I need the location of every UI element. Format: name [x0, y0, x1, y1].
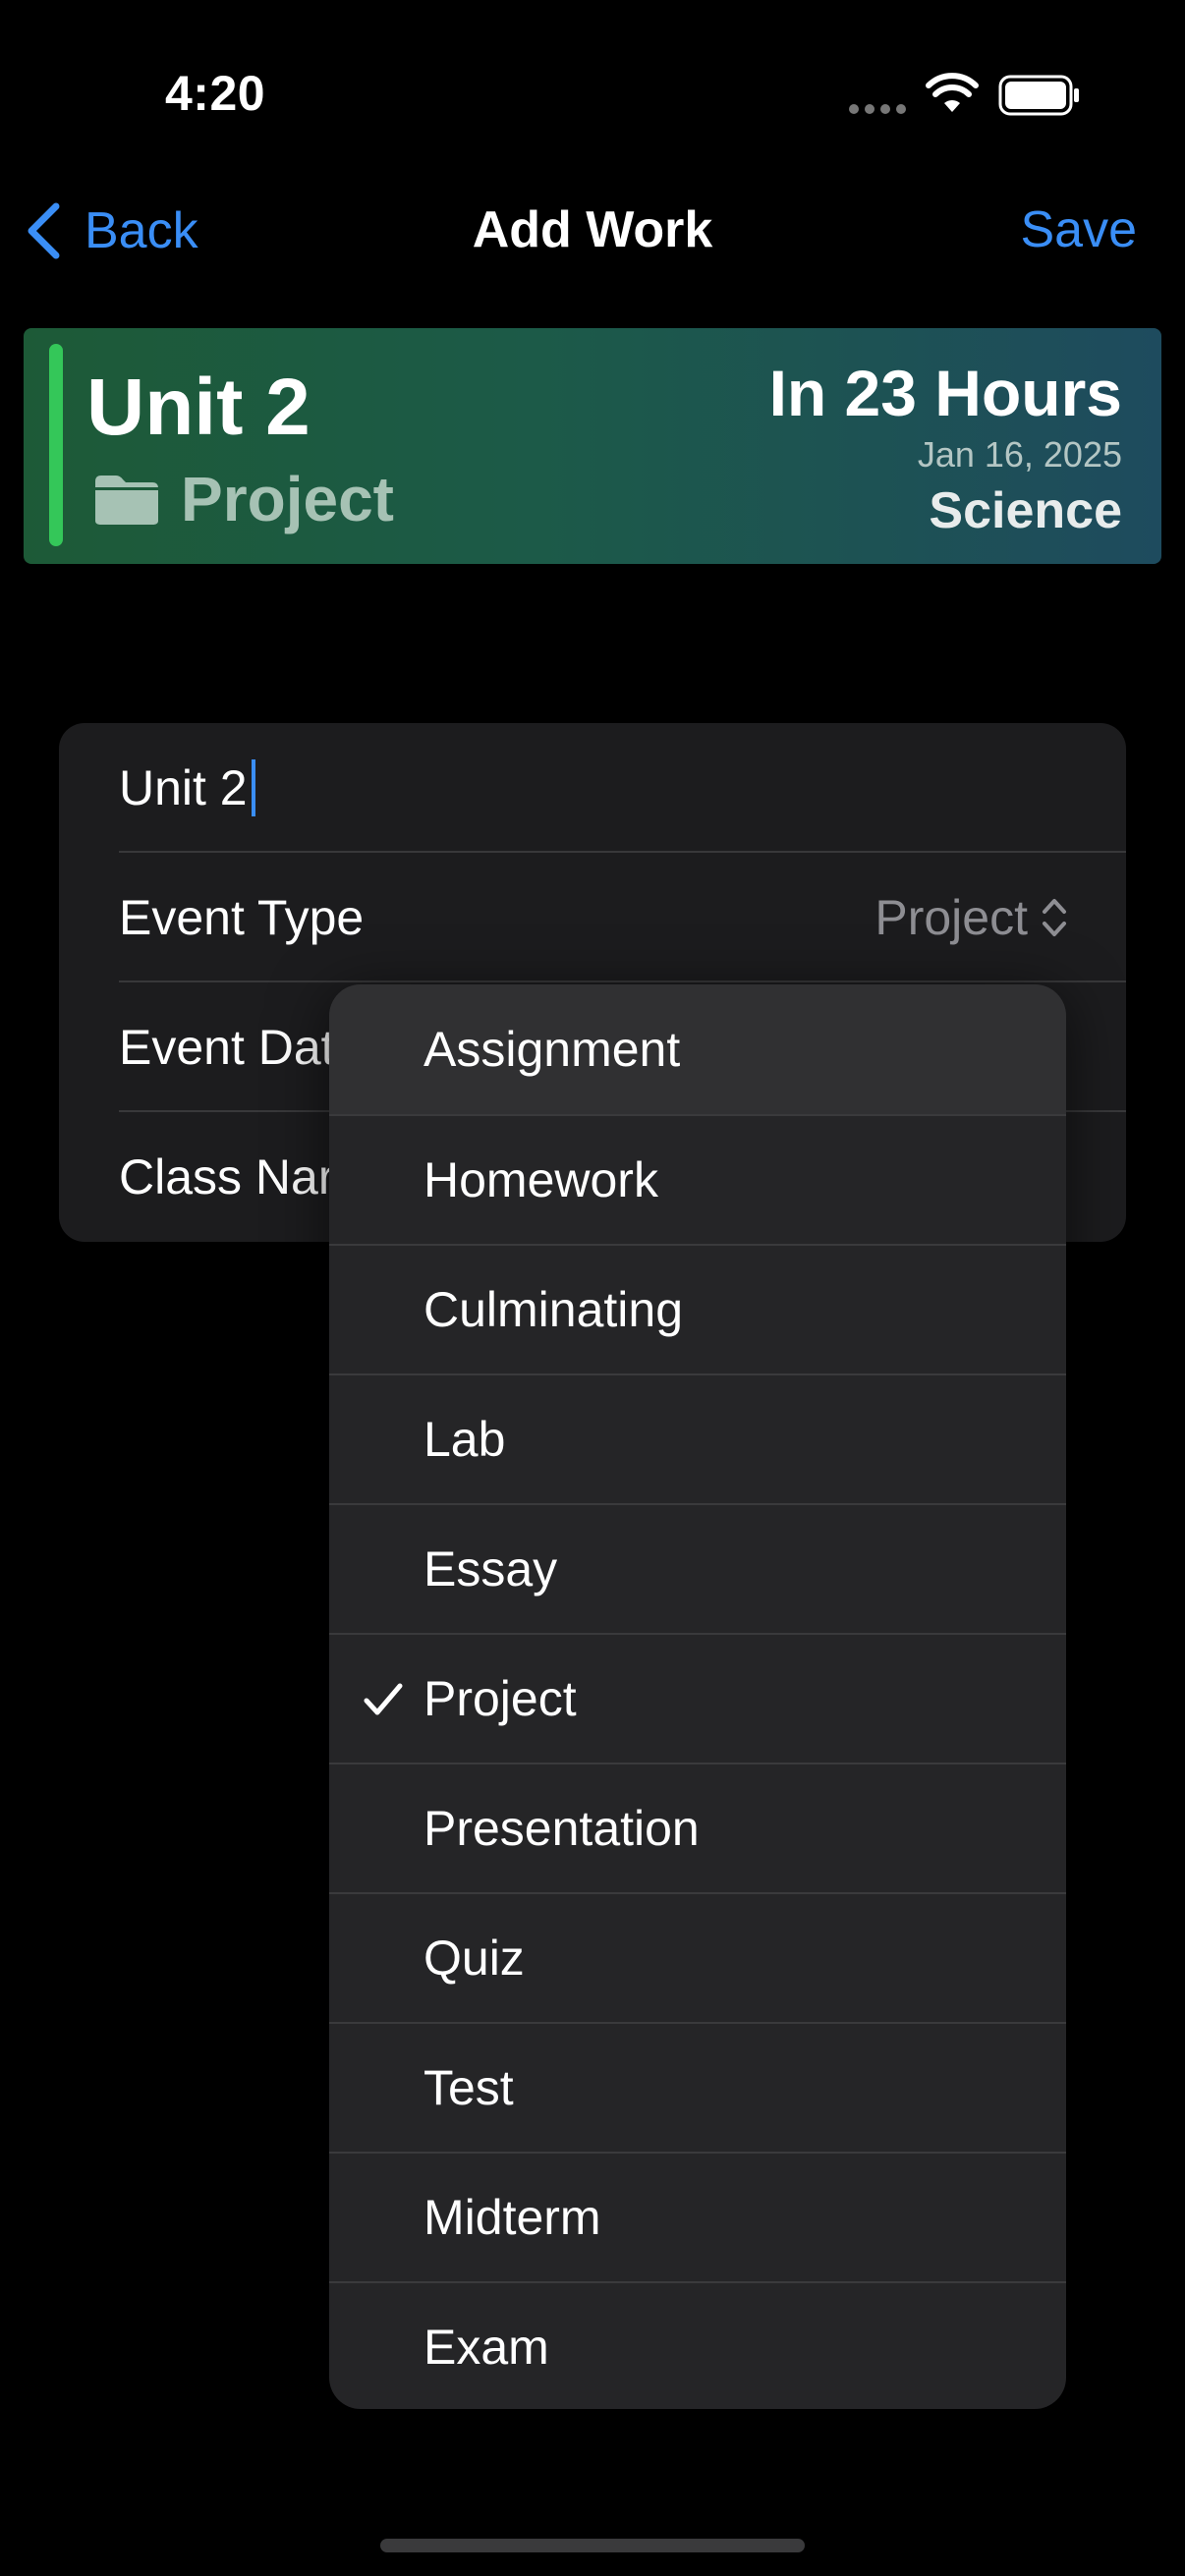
card-class-name: Science	[929, 482, 1122, 539]
menu-item-test[interactable]: Test	[329, 2022, 1066, 2152]
signal-icon	[849, 104, 906, 114]
add-work-screen: 4:20 Back Add Work Save Unit 2 Project I…	[0, 0, 1185, 2576]
menu-item-label: Exam	[423, 2320, 549, 2375]
card-type-label: Project	[181, 464, 394, 534]
home-indicator[interactable]	[380, 2539, 805, 2552]
event-date-label: Event Dat	[119, 1020, 335, 1075]
chevron-up-down-icon	[1043, 899, 1066, 936]
status-time: 4:20	[165, 66, 266, 121]
card-title: Unit 2	[86, 363, 310, 452]
name-field-value: Unit 2	[119, 760, 248, 815]
menu-item-label: Assignment	[423, 1022, 681, 1077]
menu-item-homework[interactable]: Homework	[329, 1114, 1066, 1244]
menu-item-label: Midterm	[423, 2190, 601, 2245]
wifi-icon	[926, 73, 979, 119]
card-color-stripe	[49, 344, 63, 546]
card-due-label: In 23 Hours	[768, 357, 1122, 429]
checkmark-icon	[363, 1635, 404, 1764]
menu-item-culminating[interactable]: Culminating	[329, 1244, 1066, 1373]
menu-item-quiz[interactable]: Quiz	[329, 1892, 1066, 2022]
name-field[interactable]: Unit 2	[119, 723, 1126, 853]
menu-item-label: Essay	[423, 1541, 558, 1596]
menu-item-label: Quiz	[423, 1931, 525, 1986]
card-type: Project	[92, 460, 394, 538]
class-name-label: Class Nar	[119, 1149, 335, 1204]
menu-item-label: Lab	[423, 1412, 506, 1467]
event-type-value: Project	[875, 890, 1028, 945]
text-caret	[251, 759, 255, 816]
menu-item-presentation[interactable]: Presentation	[329, 1763, 1066, 1892]
event-type-row[interactable]: Event Type Project	[119, 853, 1126, 982]
card-date: Jan 16, 2025	[917, 434, 1122, 475]
menu-item-label: Presentation	[423, 1801, 700, 1856]
menu-item-lab[interactable]: Lab	[329, 1373, 1066, 1503]
menu-item-essay[interactable]: Essay	[329, 1503, 1066, 1633]
folder-icon	[95, 476, 158, 525]
save-button[interactable]: Save	[1020, 200, 1137, 259]
menu-item-label: Test	[423, 2060, 514, 2115]
event-type-menu: Assignment Homework Culminating Lab Essay Pro…	[329, 984, 1066, 2409]
menu-item-midterm[interactable]: Midterm	[329, 2152, 1066, 2281]
event-type-label: Event Type	[119, 890, 365, 945]
menu-item-exam[interactable]: Exam	[329, 2281, 1066, 2409]
menu-item-label: Homework	[423, 1152, 658, 1207]
page-title: Add Work	[472, 201, 713, 258]
event-type-picker[interactable]: Project	[875, 853, 1067, 982]
menu-item-assignment[interactable]: Assignment	[329, 984, 1066, 1114]
menu-item-label: Culminating	[423, 1282, 684, 1337]
battery-icon	[998, 75, 1081, 121]
event-preview-card: Unit 2 Project In 23 Hours Jan 16, 2025 …	[24, 328, 1161, 564]
menu-item-label: Project	[423, 1671, 577, 1726]
menu-item-project[interactable]: Project	[329, 1633, 1066, 1763]
